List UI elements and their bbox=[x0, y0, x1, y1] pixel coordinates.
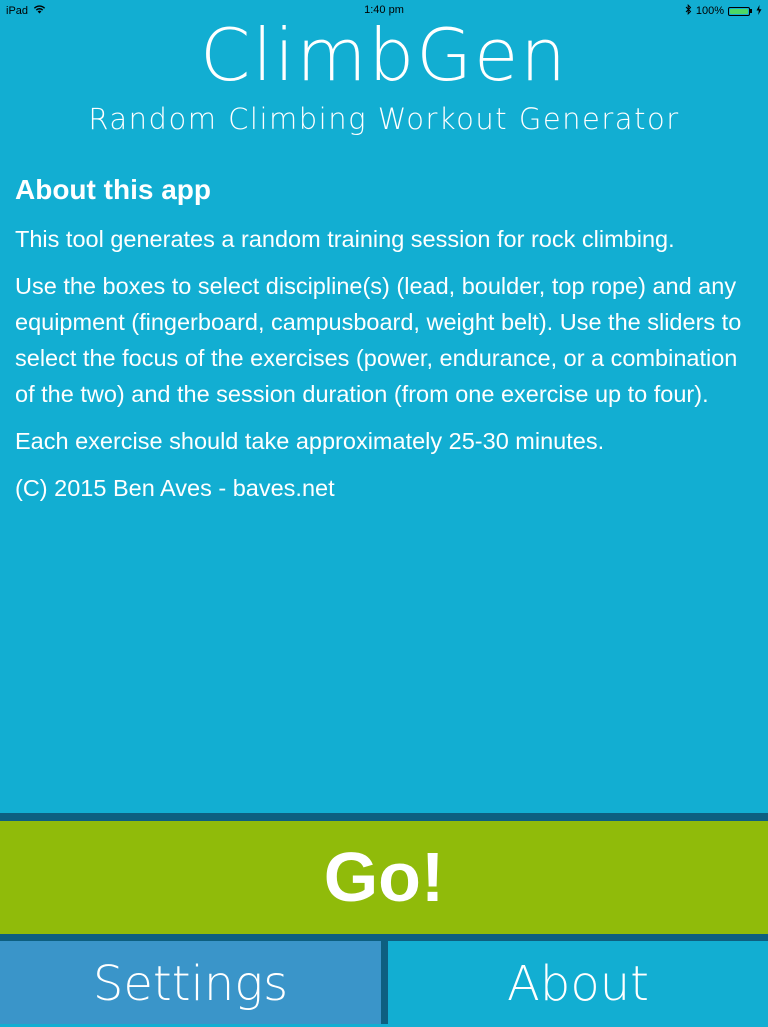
about-paragraph-intro: This tool generates a random training se… bbox=[15, 226, 675, 252]
about-content: About this app This tool generates a ran… bbox=[15, 172, 760, 517]
about-paragraph-duration: Each exercise should take approximately … bbox=[15, 428, 605, 454]
about-heading: About this app bbox=[15, 174, 211, 205]
tab-about[interactable]: About bbox=[388, 941, 768, 1024]
about-paragraph-instructions: Use the boxes to select discipline(s) (l… bbox=[15, 273, 742, 407]
app-title: ClimbGen bbox=[200, 13, 568, 97]
tab-separator bbox=[381, 941, 388, 1024]
tab-settings[interactable]: Settings bbox=[0, 941, 381, 1024]
divider-top bbox=[0, 813, 768, 821]
app-subtitle: Random Climbing Workout Generator bbox=[88, 102, 680, 136]
go-button[interactable]: Go! bbox=[0, 821, 768, 934]
divider-bottom bbox=[0, 934, 768, 941]
about-paragraph-copyright: (C) 2015 Ben Aves - baves.net bbox=[15, 475, 335, 501]
